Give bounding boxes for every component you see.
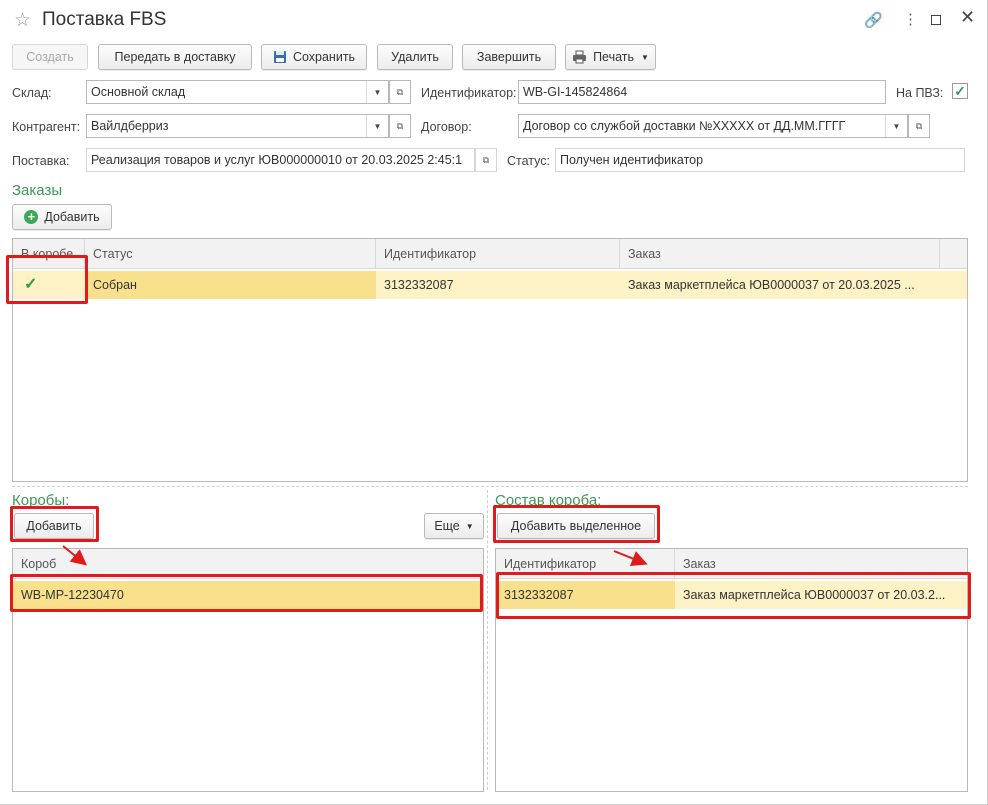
window-title: Поставка FBS: [42, 9, 167, 30]
section-divider: [12, 486, 968, 487]
save-button[interactable]: Сохранить: [261, 44, 367, 70]
supply-open-button[interactable]: ⧉: [475, 148, 497, 172]
box-content-section-title: Состав короба:: [495, 492, 602, 509]
close-icon[interactable]: ✕: [960, 7, 975, 28]
counterparty-field[interactable]: Вайлдберриз: [86, 114, 389, 138]
pvz-label: На ПВЗ:: [896, 86, 944, 100]
cell-identifier[interactable]: 3132332087: [496, 581, 675, 609]
contract-label: Договор:: [421, 120, 472, 134]
dropdown-arrow-icon: ▼: [641, 52, 649, 62]
orders-table[interactable]: В коробе Статус Идентификатор Заказ ✓ Со…: [12, 238, 968, 482]
boxes-add-button[interactable]: Добавить: [14, 513, 94, 539]
warehouse-dropdown-icon[interactable]: ▼: [366, 81, 388, 103]
print-button[interactable]: Печать ▼: [565, 44, 656, 70]
col-identifier[interactable]: Идентификатор: [496, 549, 675, 579]
col-box[interactable]: Короб: [13, 549, 483, 579]
table-row[interactable]: ✓ Собран 3132332087 Заказ маркетплейса Ю…: [13, 271, 967, 299]
more-vertical-icon[interactable]: ⋮: [903, 10, 918, 28]
create-button[interactable]: Создать: [12, 44, 88, 70]
orders-add-button[interactable]: + Добавить: [12, 204, 112, 230]
cell-identifier[interactable]: 3132332087: [376, 271, 620, 299]
vertical-splitter[interactable]: [487, 490, 488, 790]
contract-field[interactable]: Договор со службой доставки №XXXXX от ДД…: [518, 114, 908, 138]
add-selected-button[interactable]: Добавить выделенное: [497, 513, 655, 539]
col-identifier[interactable]: Идентификатор: [376, 239, 620, 269]
identifier-field[interactable]: WB-GI-145824864: [518, 80, 886, 104]
dropdown-arrow-icon: ▼: [465, 521, 474, 531]
warehouse-field[interactable]: Основной склад: [86, 80, 389, 104]
status-label: Статус:: [507, 154, 550, 168]
form-window: ☆ Поставка FBS 🔗 ⋮ ✕ Создать Передать в …: [0, 0, 988, 805]
boxes-section-title: Коробы:: [12, 492, 70, 509]
finish-button[interactable]: Завершить: [462, 44, 556, 70]
orders-section-title: Заказы: [12, 182, 63, 199]
box-content-table-header: Идентификатор Заказ: [496, 549, 967, 579]
table-row[interactable]: WB-MP-12230470: [13, 581, 483, 609]
col-status[interactable]: Статус: [85, 239, 376, 269]
boxes-table-header: Короб: [13, 549, 483, 579]
orders-table-header: В коробе Статус Идентификатор Заказ: [13, 239, 967, 269]
counterparty-open-button[interactable]: ⧉: [389, 114, 411, 138]
favorite-star-icon[interactable]: ☆: [14, 9, 31, 32]
maximize-icon[interactable]: [931, 15, 941, 25]
boxes-table[interactable]: Короб WB-MP-12230470: [12, 548, 484, 792]
in-box-check-icon[interactable]: ✓: [13, 271, 85, 299]
box-content-table[interactable]: Идентификатор Заказ 3132332087 Заказ мар…: [495, 548, 968, 792]
link-icon[interactable]: 🔗: [864, 11, 883, 29]
table-row[interactable]: 3132332087 Заказ маркетплейса ЮВ0000037 …: [496, 581, 967, 609]
counterparty-dropdown-icon[interactable]: ▼: [366, 115, 388, 137]
boxes-more-button[interactable]: Еще ▼: [424, 513, 484, 539]
floppy-disk-icon: [273, 51, 286, 63]
cell-order[interactable]: Заказ маркетплейса ЮВ0000037 от 20.03.20…: [620, 271, 940, 299]
printer-icon: [573, 50, 587, 64]
cell-status[interactable]: Собран: [85, 271, 376, 299]
supply-label: Поставка:: [12, 154, 70, 168]
counterparty-label: Контрагент:: [12, 120, 81, 134]
warehouse-open-button[interactable]: ⧉: [389, 80, 411, 104]
warehouse-label: Склад:: [12, 86, 52, 100]
identifier-label: Идентификатор:: [421, 86, 517, 100]
plus-circle-icon: +: [24, 210, 39, 224]
contract-dropdown-icon[interactable]: ▼: [885, 115, 907, 137]
col-order[interactable]: Заказ: [620, 239, 940, 269]
cell-order[interactable]: Заказ маркетплейса ЮВ0000037 от 20.03.2.…: [675, 581, 967, 609]
pvz-checkbox[interactable]: ✓: [952, 83, 968, 99]
status-field: Получен идентификатор: [555, 148, 965, 172]
contract-open-button[interactable]: ⧉: [908, 114, 930, 138]
send-to-delivery-button[interactable]: Передать в доставку: [98, 44, 252, 70]
cell-box[interactable]: WB-MP-12230470: [13, 581, 483, 609]
col-in-box[interactable]: В коробе: [13, 239, 85, 269]
supply-field[interactable]: Реализация товаров и услуг ЮВ000000010 о…: [86, 148, 475, 172]
delete-button[interactable]: Удалить: [377, 44, 453, 70]
col-order[interactable]: Заказ: [675, 549, 967, 579]
